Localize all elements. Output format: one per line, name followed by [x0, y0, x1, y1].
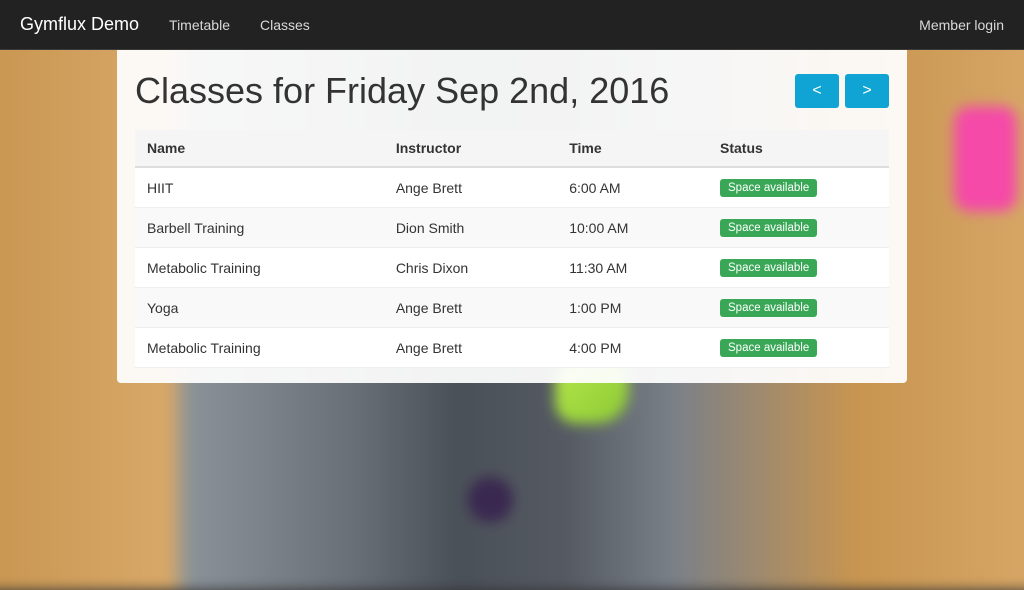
- cell-instructor: Dion Smith: [384, 208, 557, 248]
- cell-time: 10:00 AM: [557, 208, 708, 248]
- col-name: Name: [135, 130, 384, 167]
- cell-time: 6:00 AM: [557, 167, 708, 208]
- col-instructor: Instructor: [384, 130, 557, 167]
- cell-status: Space available: [708, 248, 889, 288]
- status-badge: Space available: [720, 259, 817, 277]
- next-day-button[interactable]: >: [845, 74, 889, 108]
- status-badge: Space available: [720, 339, 817, 357]
- nav-links: Timetable Classes: [154, 0, 919, 50]
- nav-classes[interactable]: Classes: [245, 0, 325, 50]
- page-title: Classes for Friday Sep 2nd, 2016: [135, 70, 795, 112]
- col-time: Time: [557, 130, 708, 167]
- status-badge: Space available: [720, 299, 817, 317]
- cell-time: 11:30 AM: [557, 248, 708, 288]
- cell-instructor: Chris Dixon: [384, 248, 557, 288]
- cell-status: Space available: [708, 208, 889, 248]
- cell-name: Yoga: [135, 288, 384, 328]
- cell-instructor: Ange Brett: [384, 288, 557, 328]
- cell-name: Barbell Training: [135, 208, 384, 248]
- status-badge: Space available: [720, 179, 817, 197]
- cell-status: Space available: [708, 288, 889, 328]
- table-row[interactable]: Barbell TrainingDion Smith10:00 AM Space …: [135, 208, 889, 248]
- cell-instructor: Ange Brett: [384, 328, 557, 368]
- cell-name: Metabolic Training: [135, 248, 384, 288]
- navbar: Gymflux Demo Timetable Classes Member lo…: [0, 0, 1024, 50]
- header-row: Classes for Friday Sep 2nd, 2016 < >: [135, 70, 889, 112]
- cell-time: 1:00 PM: [557, 288, 708, 328]
- main-panel: Classes for Friday Sep 2nd, 2016 < > Nam…: [117, 50, 907, 383]
- table-row[interactable]: Metabolic TrainingChris Dixon11:30 AM Spa…: [135, 248, 889, 288]
- cell-status: Space available: [708, 167, 889, 208]
- cell-name: Metabolic Training: [135, 328, 384, 368]
- col-status: Status: [708, 130, 889, 167]
- cell-time: 4:00 PM: [557, 328, 708, 368]
- table-row[interactable]: Metabolic TrainingAnge Brett4:00 PM Space…: [135, 328, 889, 368]
- date-nav-buttons: < >: [795, 74, 889, 108]
- cell-status: Space available: [708, 328, 889, 368]
- classes-table: Name Instructor Time Status HIITAnge Bre…: [135, 130, 889, 368]
- table-row[interactable]: YogaAnge Brett1:00 PM Space available: [135, 288, 889, 328]
- table-header-row: Name Instructor Time Status: [135, 130, 889, 167]
- brand[interactable]: Gymflux Demo: [20, 14, 154, 35]
- cell-name: HIIT: [135, 167, 384, 208]
- status-badge: Space available: [720, 219, 817, 237]
- cell-instructor: Ange Brett: [384, 167, 557, 208]
- member-login-link[interactable]: Member login: [919, 17, 1004, 33]
- table-row[interactable]: HIITAnge Brett6:00 AM Space available: [135, 167, 889, 208]
- prev-day-button[interactable]: <: [795, 74, 839, 108]
- nav-timetable[interactable]: Timetable: [154, 0, 245, 50]
